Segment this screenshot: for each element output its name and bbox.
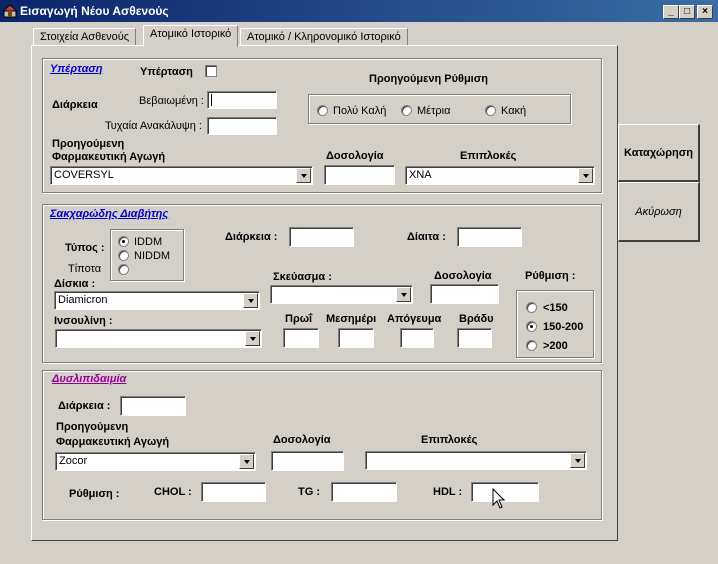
mouse-cursor-icon (492, 488, 506, 509)
tablets-label: Δίσκια : (54, 278, 96, 290)
dl-complications-select[interactable] (365, 451, 587, 470)
dl-regulation-label: Ρύθμιση : (69, 488, 120, 500)
chevron-down-icon[interactable] (239, 454, 254, 469)
glucose-gt200-radio[interactable] (526, 340, 537, 351)
window-title: Εισαγωγή Νέου Ασθενούς (20, 4, 169, 18)
chevron-down-icon[interactable] (578, 168, 593, 183)
diabetes-dosage-label: Δοσολογία (434, 270, 492, 282)
evening-input[interactable] (457, 328, 492, 348)
morning-label: Πρωΐ (285, 313, 313, 325)
diabetes-dosage-input[interactable] (430, 284, 499, 304)
none-radio[interactable] (118, 264, 129, 275)
ht-dosage-input[interactable] (324, 165, 395, 185)
preparation-label: Σκεύασμα : (273, 271, 332, 283)
iddm-radio[interactable] (118, 236, 129, 247)
dl-prev-drug-label-1: Προηγούμενη (56, 421, 129, 433)
ht-complications-label: Επιπλοκές (460, 150, 517, 162)
niddm-label: NIDDM (134, 250, 171, 262)
regulation-bad-label: Κακή (501, 105, 527, 117)
niddm-radio[interactable] (118, 250, 129, 261)
close-button[interactable]: × (697, 5, 713, 19)
dyslipidemia-title: Δυσλιπιδαιμία (52, 373, 127, 385)
cancel-button[interactable]: Ακύρωση (618, 182, 700, 242)
preparation-select[interactable] (270, 285, 413, 304)
noon-input[interactable] (338, 328, 374, 348)
diabetes-title: Σακχαρώδης Διαβήτης (50, 208, 169, 220)
insulin-label: Ινσουλίνη : (54, 315, 113, 327)
afternoon-input[interactable] (400, 328, 434, 348)
ht-drug-select[interactable]: COVERSYL (50, 166, 313, 185)
hypertension-checkbox-label: Υπέρταση (140, 66, 193, 78)
diabetes-regulation-label: Ρύθμιση : (525, 270, 576, 282)
tg-label: TG : (298, 486, 320, 498)
minimize-button[interactable]: _ (663, 5, 679, 19)
hypertension-checkbox[interactable] (205, 65, 217, 77)
glucose-150-200-label: 150-200 (543, 321, 584, 333)
hypertension-title: Υπέρταση (50, 63, 103, 75)
prev-regulation-label: Προηγούμενη Ρύθμιση (369, 73, 488, 85)
regulation-bad-radio[interactable] (485, 105, 496, 116)
maximize-button[interactable]: □ (679, 5, 695, 19)
ht-prev-drug-label-1: Προηγούμενη (52, 138, 125, 150)
text-cursor (211, 94, 212, 106)
dl-complications-label: Επιπλοκές (421, 434, 478, 446)
chevron-down-icon[interactable] (296, 168, 311, 183)
tg-input[interactable] (331, 482, 397, 502)
morning-input[interactable] (283, 328, 319, 348)
afternoon-label: Απόγευμα (387, 313, 442, 325)
chevron-down-icon[interactable] (245, 331, 260, 346)
tab-patient-info[interactable]: Στοιχεία Ασθενούς (33, 28, 137, 46)
dl-dosage-input[interactable] (271, 451, 344, 471)
evening-label: Βράδυ (459, 313, 494, 325)
regulation-verygood-label: Πολύ Καλή (333, 105, 387, 117)
ht-dosage-label: Δοσολογία (326, 150, 384, 162)
incidental-label: Τυχαία Ανακάλυψη : (105, 120, 202, 132)
diabetes-duration-label: Διάρκεια : (225, 231, 278, 243)
glucose-gt200-label: >200 (543, 340, 568, 352)
none-label: Τίποτα (68, 263, 102, 275)
chol-label: CHOL : (154, 486, 192, 498)
ht-complications-select[interactable]: XNA (405, 166, 595, 185)
dl-drug-select[interactable]: Zocor (55, 452, 256, 471)
dyslipidemia-duration-input[interactable] (120, 396, 186, 416)
diet-input[interactable] (457, 227, 522, 247)
insulin-select[interactable] (55, 329, 262, 348)
ht-prev-drug-label-2: Φαρμακευτική Αγωγή (52, 151, 166, 163)
chevron-down-icon[interactable] (243, 293, 258, 308)
chevron-down-icon[interactable] (396, 287, 411, 302)
glucose-150-200-radio[interactable] (526, 321, 537, 332)
minimize-icon: _ (668, 6, 674, 17)
diet-label: Δίαιτα : (407, 231, 446, 243)
dl-prev-drug-label-2: Φαρμακευτική Αγωγή (56, 436, 170, 448)
confirmed-input[interactable] (207, 91, 277, 109)
regulation-medium-label: Μέτρια (417, 105, 451, 117)
close-icon: × (702, 6, 708, 17)
chevron-down-icon[interactable] (570, 453, 585, 468)
dyslipidemia-duration-label: Διάρκεια : (58, 400, 111, 412)
incidental-input[interactable] (207, 117, 277, 135)
confirmed-label: Βεβαιωμένη : (139, 95, 204, 107)
app-icon (3, 4, 17, 18)
glucose-lt150-radio[interactable] (526, 302, 537, 313)
noon-label: Μεσημέρι (326, 313, 377, 325)
regulation-medium-radio[interactable] (401, 105, 412, 116)
regulation-verygood-radio[interactable] (317, 105, 328, 116)
glucose-lt150-label: <150 (543, 302, 568, 314)
diabetes-type-label: Τύπος : (65, 242, 105, 254)
hypertension-duration-label: Διάρκεια (52, 99, 98, 111)
tab-hereditary-history[interactable]: Ατομικό / Κληρονομικό Ιστορικό (240, 28, 408, 46)
iddm-label: IDDM (134, 236, 163, 248)
maximize-icon: □ (683, 6, 691, 17)
tab-personal-history[interactable]: Ατομικό Ιστορικό (143, 25, 239, 47)
dl-dosage-label: Δοσολογία (273, 434, 331, 446)
save-button[interactable]: Καταχώρηση (618, 124, 700, 182)
chol-input[interactable] (201, 482, 266, 502)
diabetes-duration-input[interactable] (289, 227, 354, 247)
hdl-label: HDL : (433, 486, 463, 498)
tablets-select[interactable]: Diamicron (54, 291, 260, 310)
